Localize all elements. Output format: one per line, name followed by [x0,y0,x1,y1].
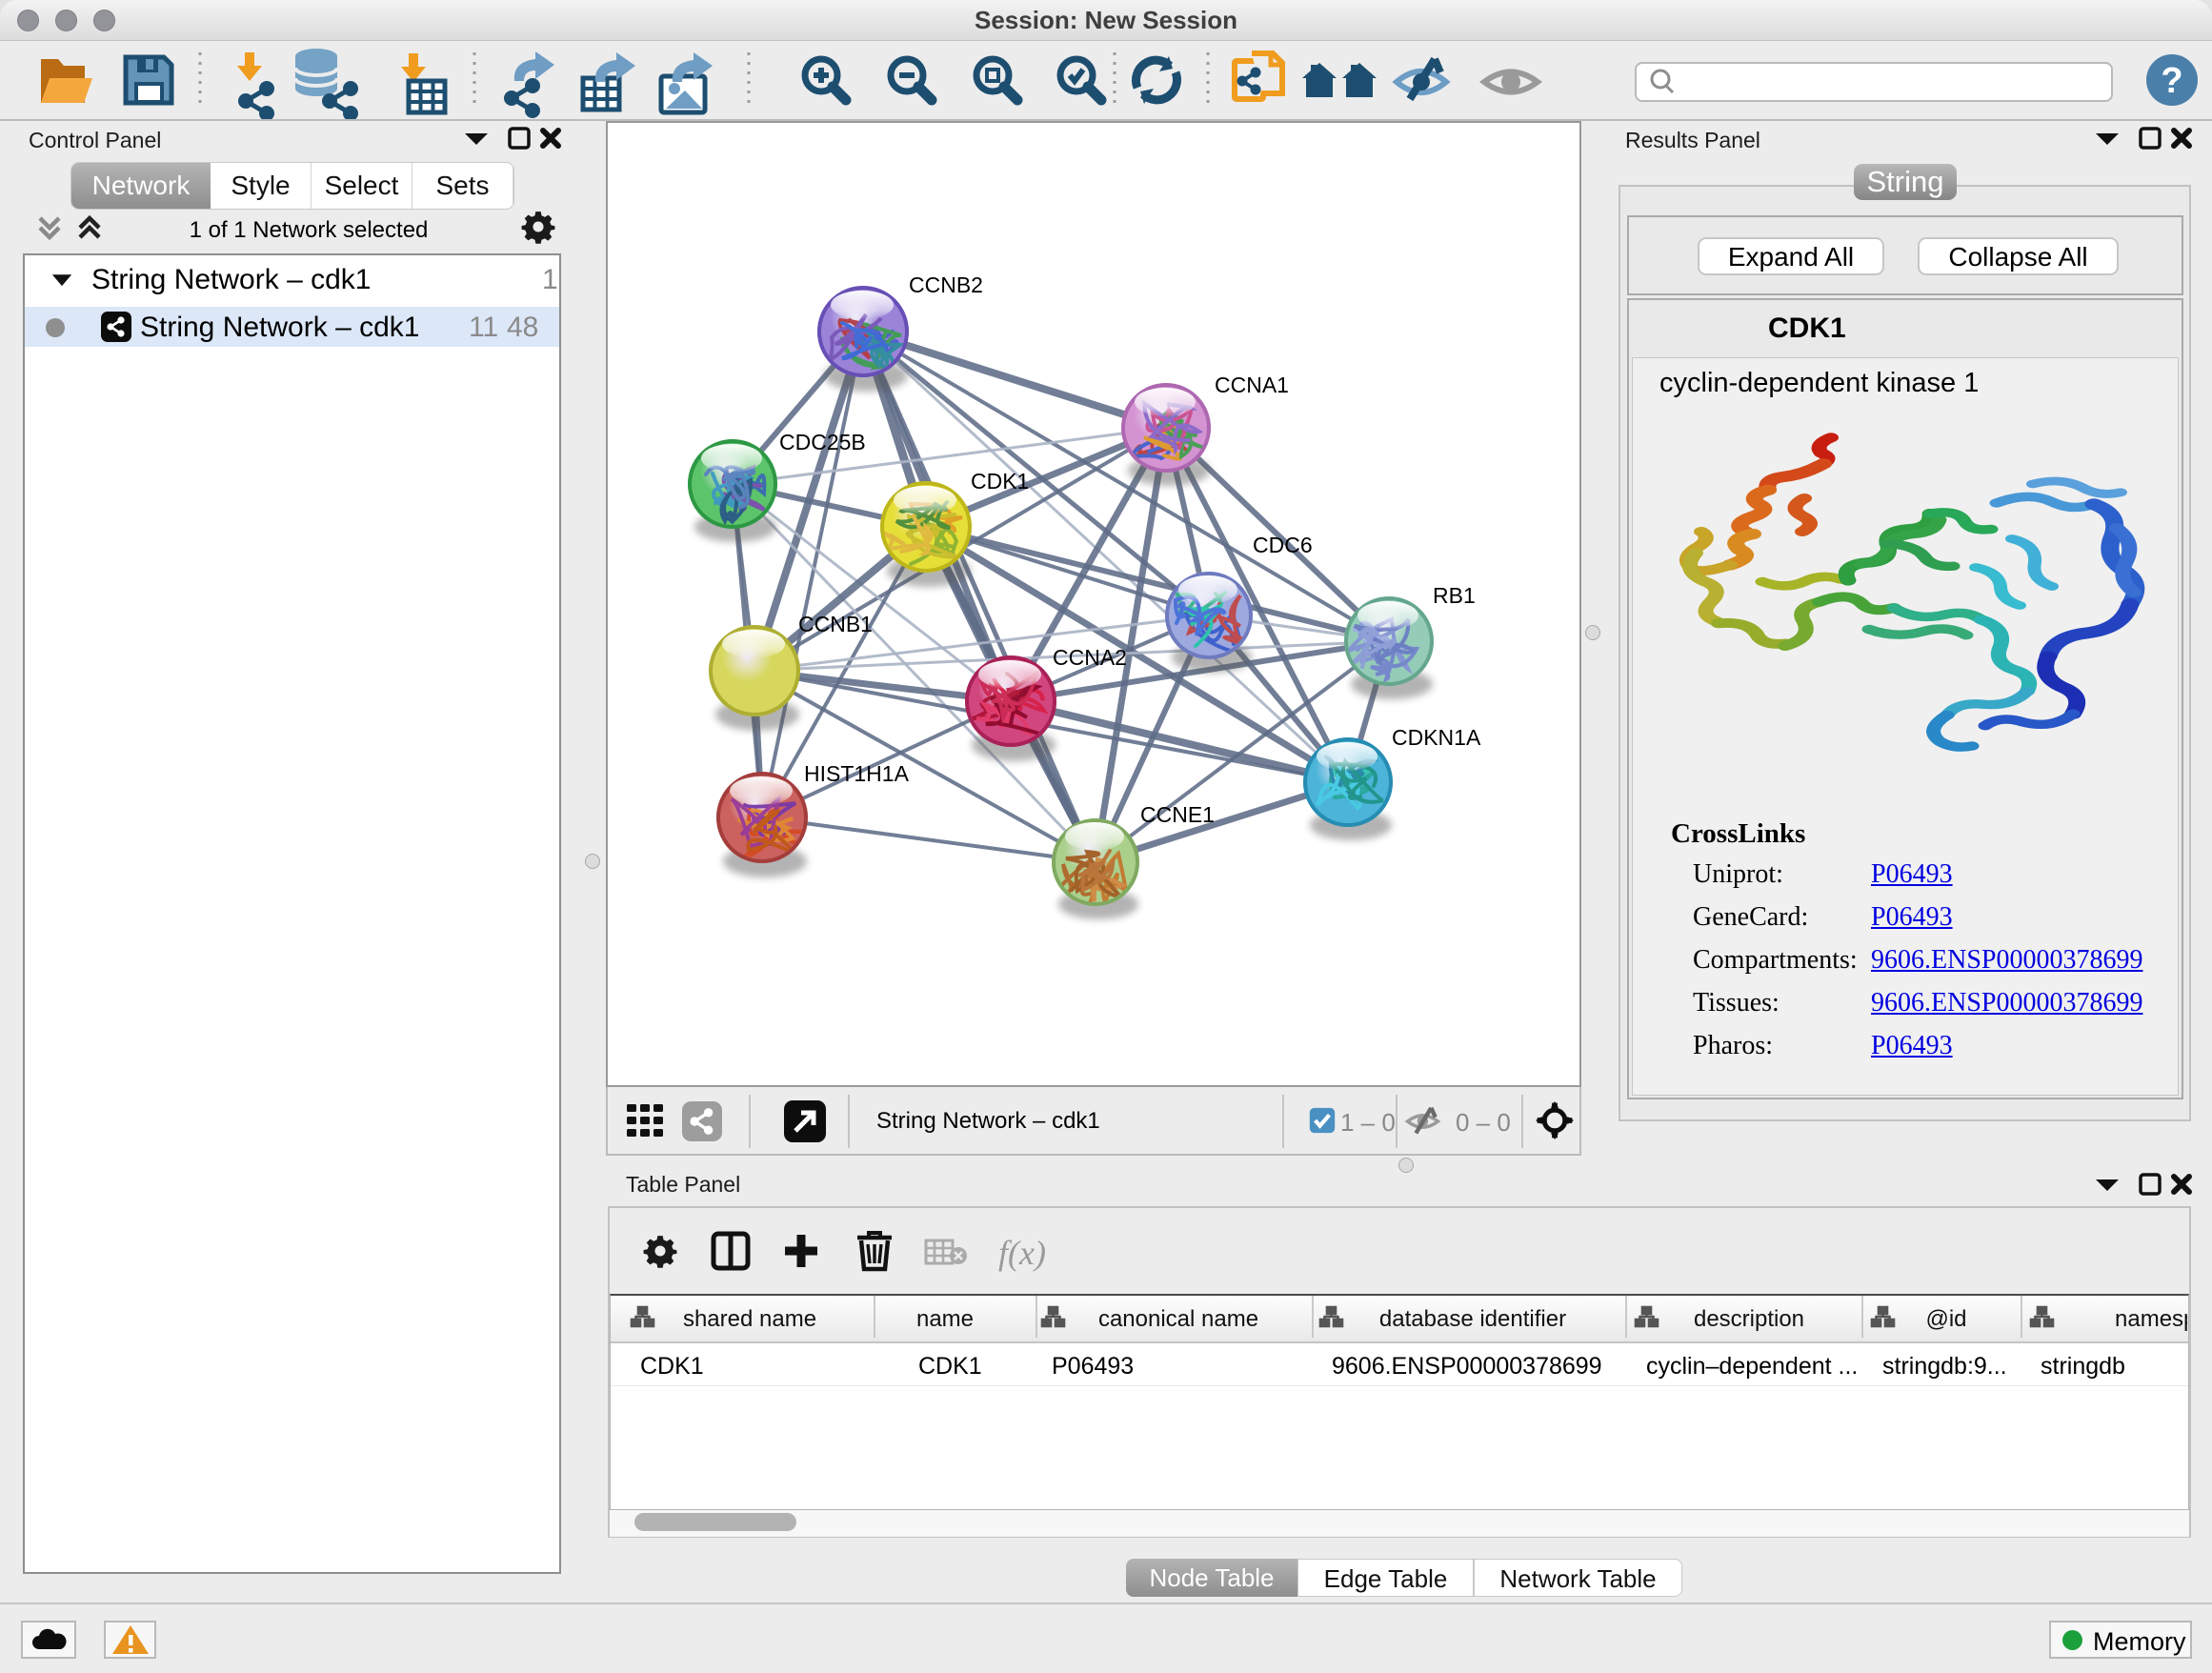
svg-text:9606.ENSP00000378699: 9606.ENSP00000378699 [1332,1353,1602,1380]
svg-text:CDK1: CDK1 [918,1353,982,1380]
svg-text:CCNE1: CCNE1 [1140,802,1215,827]
svg-text:CDK1: CDK1 [640,1353,704,1380]
svg-text:stringdb:9...: stringdb:9... [1882,1353,2007,1380]
svg-text:name: name [916,1306,974,1332]
svg-text:canonical name: canonical name [1098,1306,1258,1332]
svg-text:CCNB1: CCNB1 [798,612,873,636]
svg-text:CDK1: CDK1 [971,469,1029,494]
svg-text:@id: @id [1925,1306,1966,1332]
svg-text:CDC25B: CDC25B [779,430,866,454]
svg-text:CCNB2: CCNB2 [909,272,983,297]
svg-text:database identifier: database identifier [1379,1306,1566,1332]
svg-text:HIST1H1A: HIST1H1A [804,761,910,786]
svg-text:namespac: namespac [2115,1306,2187,1332]
svg-text:cyclin–dependent ...: cyclin–dependent ... [1646,1353,1858,1380]
svg-text:CDC6: CDC6 [1253,533,1313,557]
svg-text:?: ? [2161,61,2182,101]
svg-text:CDKN1A: CDKN1A [1392,725,1481,750]
svg-text:shared name: shared name [683,1306,816,1332]
svg-text:CCNA1: CCNA1 [1215,373,1289,397]
svg-text:stringdb: stringdb [2041,1353,2125,1380]
svg-text:description: description [1694,1306,1804,1332]
svg-text:CCNA2: CCNA2 [1053,645,1127,670]
svg-text:P06493: P06493 [1052,1353,1134,1380]
svg-text:RB1: RB1 [1433,583,1476,608]
